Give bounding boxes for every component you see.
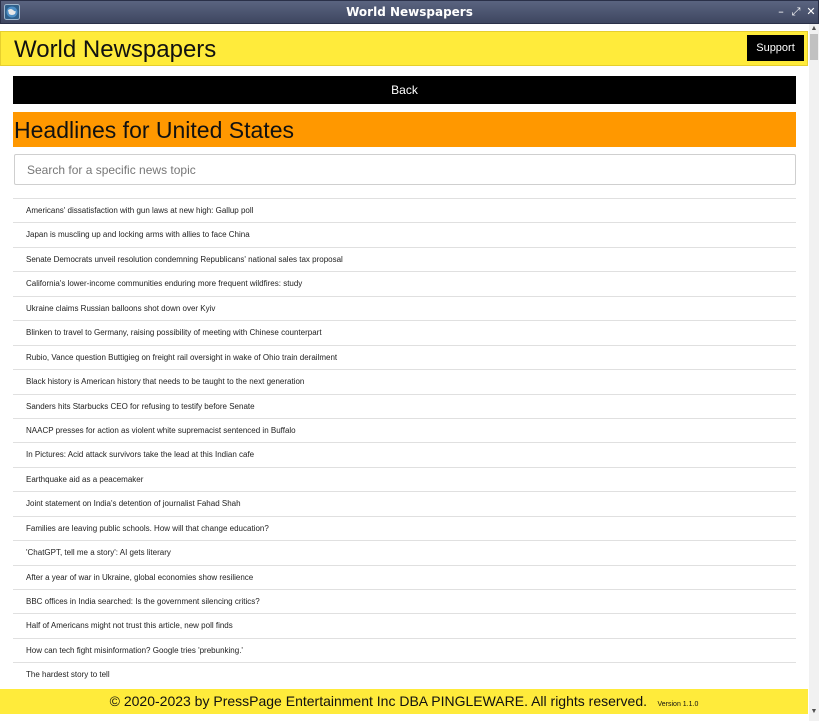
headline-item[interactable]: After a year of war in Ukraine, global e… (13, 564, 796, 589)
section-header: Headlines for United States (13, 112, 796, 147)
scroll-down-icon[interactable]: ▼ (809, 708, 819, 716)
headline-item[interactable]: Sanders hits Starbucks CEO for refusing … (13, 393, 796, 418)
headline-item[interactable]: Blinken to travel to Germany, raising po… (13, 320, 796, 344)
headline-item[interactable]: Black history is American history that n… (13, 369, 796, 393)
minimize-icon[interactable]: – (774, 4, 788, 20)
headline-item[interactable]: Japan is muscling up and locking arms wi… (13, 222, 796, 246)
close-icon[interactable]: ✕ (804, 4, 818, 20)
support-button[interactable]: Support (747, 35, 804, 61)
section-heading: Headlines for United States (14, 117, 294, 143)
headline-item[interactable]: Rubio, Vance question Buttigieg on freig… (13, 344, 796, 369)
app-header: World Newspapers (0, 31, 808, 66)
headline-item[interactable]: Joint statement on India's detention of … (13, 491, 796, 515)
app-content: World Newspapers Support Back Headlines … (0, 24, 819, 721)
scrollbar[interactable]: ▲ ▼ (809, 24, 819, 721)
headline-item[interactable]: The hardest story to tell (13, 662, 796, 686)
headline-item[interactable]: Earthquake aid as a peacemaker (13, 466, 796, 491)
window-titlebar[interactable]: World Newspapers – ⤢ ✕ (0, 0, 819, 24)
search-input[interactable] (14, 154, 796, 185)
footer: © 2020-2023 by PressPage Entertainment I… (0, 689, 808, 714)
headline-list: Americans' dissatisfaction with gun laws… (13, 198, 796, 687)
headline-item[interactable]: NAACP presses for action as violent whit… (13, 417, 796, 442)
headline-item[interactable]: California's lower-income communities en… (13, 271, 796, 295)
headline-item[interactable]: Senate Democrats unveil resolution conde… (13, 246, 796, 271)
window-title: World Newspapers (346, 5, 473, 19)
maximize-icon[interactable]: ⤢ (789, 4, 803, 20)
headline-item[interactable]: Families are leaving public schools. How… (13, 515, 796, 540)
headline-item[interactable]: How can tech fight misinformation? Googl… (13, 637, 796, 662)
headline-item[interactable]: Ukraine claims Russian balloons shot dow… (13, 295, 796, 320)
headline-item[interactable]: 'ChatGPT, tell me a story': AI gets lite… (13, 540, 796, 564)
app-title: World Newspapers (14, 36, 217, 63)
headline-item[interactable]: BBC offices in India searched: Is the go… (13, 589, 796, 613)
copyright-text: © 2020-2023 by PressPage Entertainment I… (109, 693, 648, 709)
scroll-up-icon[interactable]: ▲ (809, 25, 819, 33)
headline-item[interactable]: In Pictures: Acid attack survivors take … (13, 442, 796, 466)
headline-item[interactable]: Americans' dissatisfaction with gun laws… (13, 198, 796, 222)
version-text: Version 1.1.0 (657, 701, 699, 708)
back-button[interactable]: Back (13, 76, 796, 104)
scrollbar-thumb[interactable] (810, 34, 818, 60)
headline-item[interactable]: Half of Americans might not trust this a… (13, 613, 796, 637)
